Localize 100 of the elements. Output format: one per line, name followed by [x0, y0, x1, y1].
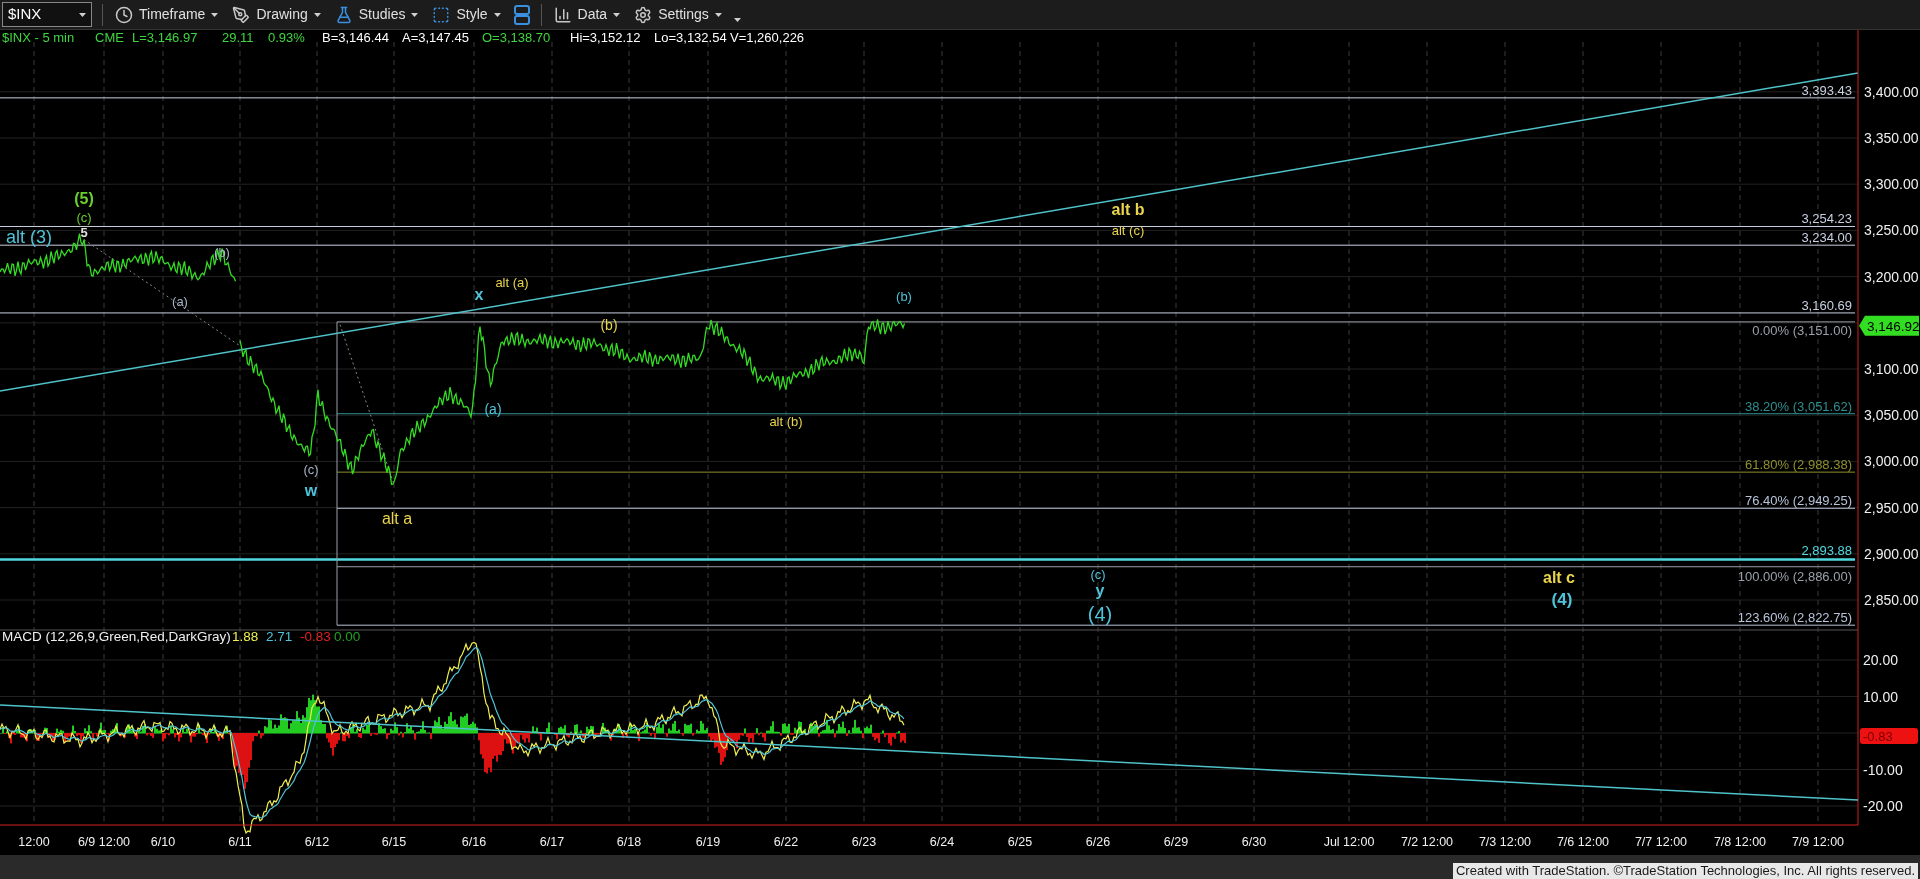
wave-label: 5	[80, 225, 88, 240]
quote-value: $INX - 5 min	[2, 30, 75, 45]
wave-label: alt a	[381, 510, 413, 527]
wave-label: (c)	[76, 210, 92, 225]
caret-icon	[493, 12, 501, 17]
wave-label: (4)	[1087, 603, 1113, 625]
wave-label: y	[1095, 582, 1105, 599]
bar-chart-icon	[553, 5, 572, 24]
caret-icon	[411, 12, 419, 17]
macd-axis-label: -20.00	[1863, 798, 1903, 814]
wave-label: (a)	[484, 401, 502, 417]
time-axis-label: 6/30	[1241, 835, 1267, 849]
wave-label: alt b	[1111, 201, 1145, 218]
price-level-label: 123.60% (2,822.75)	[1737, 610, 1852, 626]
price-level-label: 0.00% (3,151.00)	[1752, 322, 1852, 338]
time-axis-label: 6/18	[616, 835, 642, 849]
time-axis-label: 6/12	[304, 835, 330, 849]
wave-label: (4)	[1551, 590, 1573, 609]
price-axis-label: 2,950.00	[1864, 499, 1919, 516]
flask-icon	[334, 5, 353, 24]
toolbar-menu-button[interactable]: Settings	[632, 4, 724, 25]
price-axis-label: 3,050.00	[1864, 407, 1919, 424]
macd-axis-label: 10.00	[1863, 688, 1899, 705]
time-axis-label: 7/8 12:00	[1713, 835, 1767, 849]
toolbar-menu-button[interactable]: Timeframe	[113, 4, 221, 25]
time-axis-label: 7/2 12:00	[1400, 835, 1454, 849]
time-axis-label: 6/22	[773, 835, 799, 849]
footer-credit: Created with TradeStation. ©TradeStation Technologies, Inc. All rights reserved.	[1452, 863, 1918, 879]
wave-label: x	[474, 286, 484, 303]
time-axis-label: 6/25	[1007, 835, 1033, 849]
quote-value: Lo=3,132.54	[654, 30, 727, 45]
settings-icon	[634, 5, 653, 24]
price-axis-label: 3,350.00	[1864, 130, 1919, 146]
caret-icon	[714, 12, 722, 17]
time-axis-label: Jul 12:00	[1323, 835, 1375, 849]
toolbar-menu-button[interactable]: Studies	[332, 4, 421, 25]
quote-value: A=3,147.45	[402, 30, 469, 45]
quote-value: V=1,260,226	[730, 30, 805, 45]
caret-icon	[211, 12, 219, 17]
time-axis-label: 6/11	[228, 835, 252, 849]
time-axis-label: 6/10	[150, 835, 176, 849]
layout-icon[interactable]	[512, 3, 531, 26]
wave-label: (a)	[172, 294, 188, 309]
time-axis-label: 6/17	[539, 835, 565, 849]
wave-label: alt (c)	[1111, 223, 1145, 238]
quote-value: 0.93%	[268, 30, 305, 45]
price-level-label: 61.80% (2,988.38)	[1745, 457, 1852, 473]
toolbar-menu-button[interactable]: Drawing	[230, 4, 323, 25]
wave-label: (b)	[600, 317, 618, 333]
dashed-square-icon	[432, 5, 451, 24]
time-axis-label: 6/16	[461, 835, 487, 849]
price-level-label: 3,160.69	[1801, 297, 1852, 313]
price-axis-label: 3,100.00	[1864, 361, 1919, 377]
macd-value: 0.00	[334, 629, 361, 644]
wave-label: alt (b)	[769, 414, 803, 429]
wave-label: alt c	[1543, 569, 1575, 586]
macd-axis-label: -10.00	[1863, 761, 1903, 778]
last-price-tag: 3,146.92	[1859, 315, 1920, 336]
symbol-dropdown[interactable]: $INX	[2, 2, 92, 27]
price-axis-label: 2,900.00	[1864, 545, 1919, 562]
macd-value-tag: -0.83	[1860, 728, 1918, 745]
wave-label: (c)	[1090, 567, 1106, 582]
toolbar-menu-button[interactable]: Data	[551, 4, 623, 25]
price-axis-label: 3,000.00	[1864, 453, 1919, 470]
pen-icon	[232, 5, 251, 24]
quote-value: 29.11	[222, 30, 254, 45]
time-axis-label: 6/26	[1085, 835, 1111, 849]
price-level-label: 3,254.23	[1801, 211, 1852, 227]
price-axis-label: 2,850.00	[1864, 592, 1919, 608]
price-axis-label: 3,300.00	[1864, 176, 1919, 193]
macd-value: -0.83	[300, 629, 331, 644]
wave-label: (5)	[74, 190, 94, 207]
price-level-label: 3,393.43	[1801, 82, 1852, 98]
time-axis-label: 6/19	[695, 835, 721, 849]
macd-title: MACD (12,26,9,Green,Red,DarkGray)	[2, 629, 231, 644]
caret-icon	[79, 12, 86, 17]
wave-label: w	[304, 482, 318, 499]
quote-value: L=3,146.97	[132, 30, 198, 45]
toolbar-menu-button[interactable]: Style	[430, 4, 503, 25]
quote-value: Hi=3,152.12	[570, 30, 641, 45]
price-axis-label: 3,400.00	[1864, 83, 1919, 100]
time-axis-label: 7/6 12:00	[1556, 835, 1610, 849]
time-axis-label: 6/24	[929, 835, 955, 849]
quote-value: CME	[95, 30, 124, 45]
price-level-label: 3,234.00	[1801, 230, 1852, 246]
price-axis-label: 3,200.00	[1864, 268, 1919, 285]
price-axis-label: 3,250.00	[1864, 222, 1919, 239]
wave-label: (b)	[896, 289, 912, 304]
time-axis-label: 12:00	[18, 835, 50, 849]
caret-icon	[613, 12, 621, 17]
macd-axis-label: 20.00	[1863, 652, 1899, 668]
caret-icon[interactable]	[733, 17, 741, 22]
clock-icon	[115, 5, 133, 24]
time-axis-label: 6/9 12:00	[77, 835, 131, 849]
time-axis-label: 7/7 12:00	[1634, 835, 1688, 849]
time-axis-label: 6/15	[381, 835, 407, 849]
time-axis-label: 7/3 12:00	[1478, 835, 1532, 849]
time-axis-label: 6/29	[1163, 835, 1189, 849]
time-axis-label: 6/23	[851, 835, 877, 849]
wave-label: alt (a)	[495, 275, 529, 290]
